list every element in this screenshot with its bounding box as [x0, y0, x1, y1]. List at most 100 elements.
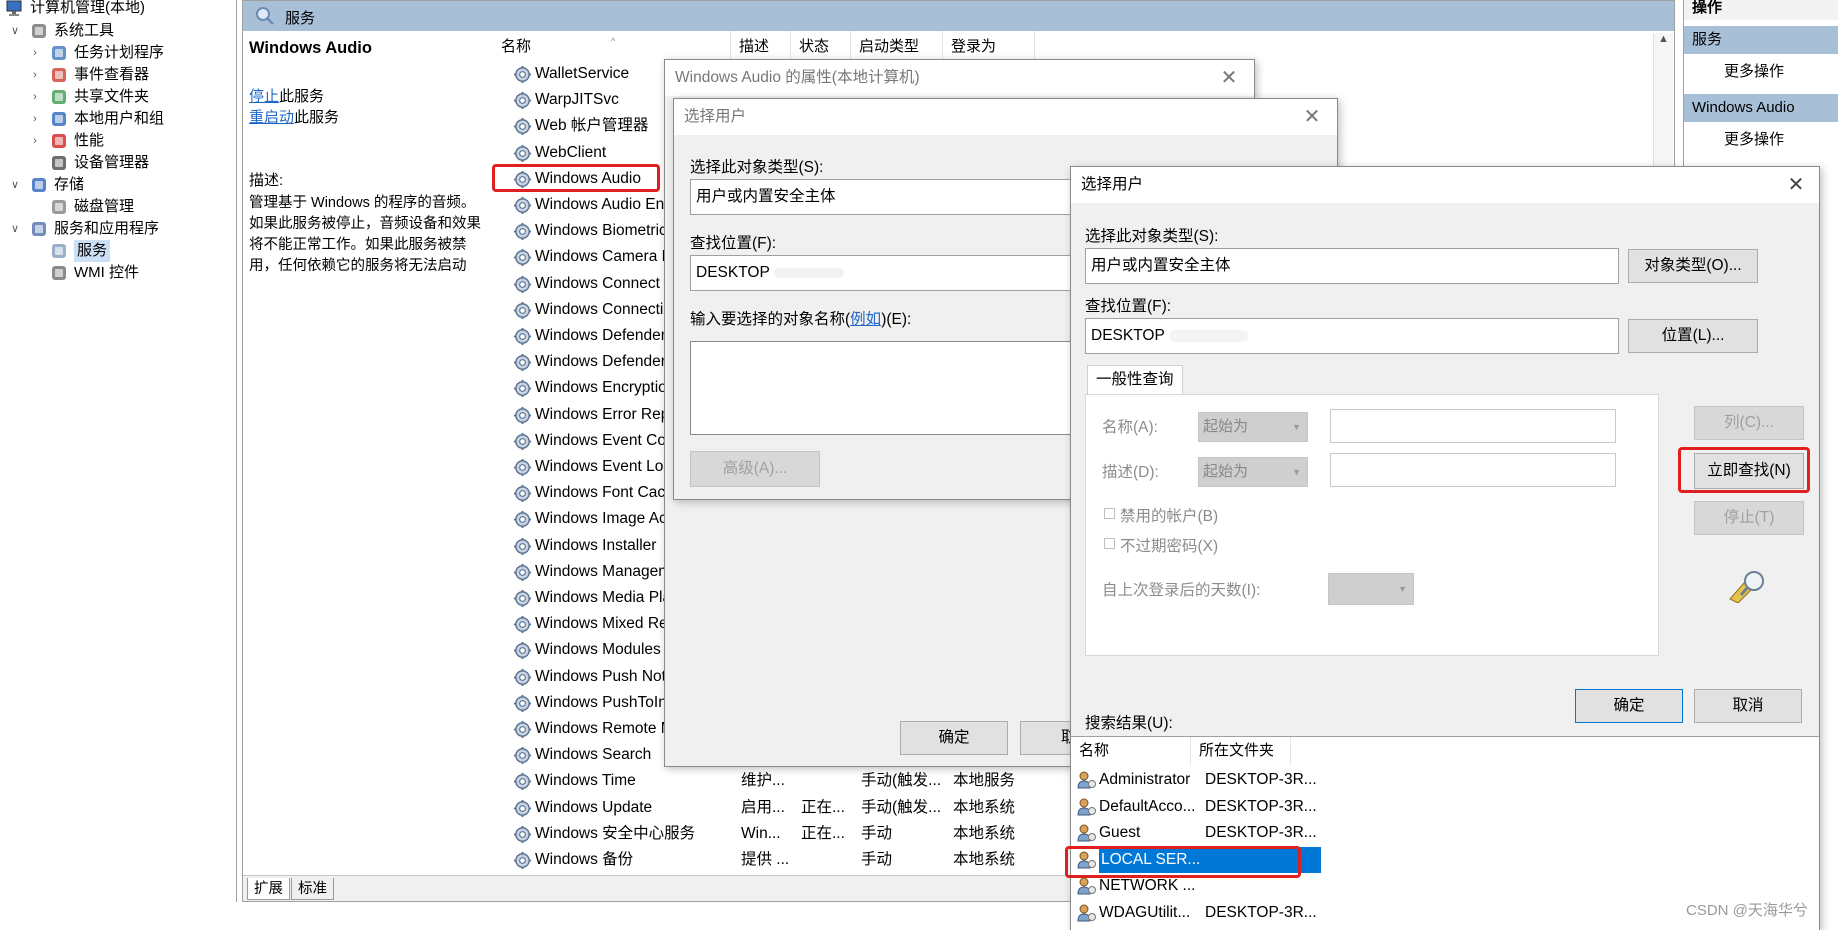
service-name: Windows Event Log — [535, 458, 672, 475]
description-line: 用，任何依赖它的服务将无法启动 — [249, 258, 467, 274]
service-gear-icon — [513, 799, 532, 818]
service-status: 正在... — [801, 824, 845, 842]
selected-service-title: Windows Audio — [249, 39, 372, 57]
actions-header: 操作 — [1684, 0, 1838, 20]
name-input[interactable] — [1330, 409, 1616, 443]
search-flashlight-icon — [1726, 569, 1770, 603]
service-gear-icon — [513, 772, 532, 791]
service-row[interactable]: Windows Time 维护... 手动(触发... 本地服务 — [513, 768, 1073, 794]
actions-section-windows-audio[interactable]: Windows Audio — [1684, 94, 1838, 122]
name-operator-select[interactable]: 起始为 ▼ — [1198, 412, 1308, 442]
advanced-button[interactable]: 高级(A)... — [690, 451, 820, 487]
service-name: WalletService — [535, 65, 630, 82]
close-icon[interactable]: ✕ — [1295, 99, 1329, 135]
tree-item-label: 性能 — [74, 132, 105, 149]
columns-button[interactable]: 列(C)... — [1694, 406, 1804, 440]
stop-service-link[interactable]: 停止 — [249, 88, 279, 105]
tab-general-query[interactable]: 一般性查询 — [1087, 365, 1183, 395]
select-user-title: 选择用户 — [1071, 167, 1819, 203]
chevron-down-icon[interactable]: ∨ — [8, 218, 22, 240]
service-gear-icon — [513, 327, 532, 346]
service-status: 正在... — [801, 798, 845, 816]
service-name: WarpJITSvc — [535, 91, 619, 109]
result-name: Guest — [1099, 824, 1141, 841]
service-name: Windows Update — [535, 798, 653, 816]
chevron-right-icon[interactable]: › — [28, 130, 42, 152]
service-name: Windows Biometric — [535, 222, 667, 240]
properties-dialog-title: Windows Audio 的属性(本地计算机) — [665, 60, 1254, 96]
tree-item-label: 存储 — [54, 176, 85, 193]
service-startup: 手动(触发... — [861, 772, 942, 790]
more-actions-services[interactable]: 更多操作 — [1724, 60, 1784, 81]
service-name: Windows Error Rep — [535, 405, 670, 423]
object-types-button[interactable]: 对象类型(O)... — [1628, 249, 1758, 283]
days-since-logon-select[interactable]: ▼ — [1328, 573, 1414, 605]
computer-management-icon — [6, 0, 24, 17]
more-actions-windows-audio[interactable]: 更多操作 — [1724, 128, 1784, 149]
search-result-row[interactable]: WDAGUtilit... DESKTOP-3R... — [1071, 900, 1711, 926]
service-startup: 手动 — [861, 824, 893, 842]
chevron-down-icon[interactable]: ∨ — [8, 174, 22, 196]
service-row[interactable]: Windows Update 启用... 正在... 手动(触发... 本地系统 — [513, 795, 1073, 821]
service-name: Windows 安全中心服务 — [535, 824, 696, 842]
highlight-find-now — [1678, 447, 1810, 493]
tree-item-label: 共享文件夹 — [74, 88, 150, 105]
restart-service-link[interactable]: 重启动 — [249, 109, 294, 126]
description-label: 描述(D): — [1102, 464, 1159, 481]
disabled-accounts-checkbox[interactable] — [1104, 508, 1115, 519]
object-type-field: 用户或内置安全主体 — [1085, 248, 1619, 284]
tab-standard[interactable]: 标准 — [291, 878, 334, 900]
chevron-right-icon[interactable]: › — [28, 86, 42, 108]
description-input[interactable] — [1330, 453, 1616, 487]
results-column-name[interactable]: 名称 — [1071, 737, 1191, 765]
tree-item-label: 磁盘管理 — [74, 198, 135, 215]
chevron-right-icon[interactable]: › — [28, 108, 42, 130]
service-gear-icon — [513, 301, 532, 320]
service-desc: 启用... — [741, 798, 785, 816]
description-label: 描述: — [249, 172, 284, 189]
service-row[interactable]: Windows 安全中心服务 Win... 正在... 手动 本地系统 — [513, 821, 1073, 847]
close-icon[interactable]: ✕ — [1212, 60, 1246, 96]
service-gear-icon — [513, 668, 532, 687]
examples-link[interactable]: 例如 — [850, 311, 881, 328]
search-result-row[interactable]: Administrator DESKTOP-3R... — [1071, 767, 1711, 793]
select-user-dialog: 选择用户 ✕ 选择此对象类型(S): 用户或内置安全主体 对象类型(O)... … — [1065, 166, 1820, 930]
service-logon: 本地系统 — [953, 851, 1016, 868]
restart-service-line: 重启动此服务 — [249, 106, 339, 127]
service-name: Windows Remote M — [535, 720, 674, 737]
service-gear-icon — [513, 563, 532, 582]
ok-button[interactable]: 确定 — [1575, 689, 1683, 723]
restart-service-suffix: 此服务 — [294, 109, 340, 126]
description-operator-select[interactable]: 起始为 ▼ — [1198, 457, 1308, 487]
service-gear-icon — [513, 144, 532, 163]
properties-ok-button[interactable]: 确定 — [900, 721, 1008, 755]
tab-extended[interactable]: 扩展 — [247, 878, 290, 900]
search-result-row[interactable]: Guest DESKTOP-3R... — [1071, 820, 1711, 846]
description-line: 如果此服务被停止，音频设备和效果 — [249, 216, 481, 232]
service-name: Windows Event Col — [535, 431, 670, 449]
service-gear-icon — [513, 510, 532, 529]
description-line: 将不能正常工作。如果此服务被禁 — [249, 237, 467, 253]
service-name: Windows Defender — [535, 353, 666, 371]
chevron-right-icon[interactable]: › — [28, 42, 42, 64]
disk-management-icon — [50, 198, 68, 216]
actions-section-services[interactable]: 服务 — [1684, 26, 1838, 54]
chevron-right-icon[interactable]: › — [28, 64, 42, 86]
service-row[interactable]: Windows 备份 提供 ... 手动 本地系统 — [513, 847, 1073, 873]
search-result-row[interactable]: DefaultAcco... DESKTOP-3R... — [1071, 794, 1711, 820]
user-icon — [1077, 877, 1097, 895]
service-name: Windows Installer — [535, 536, 657, 554]
service-desc: Win... — [741, 824, 781, 842]
chevron-down-icon[interactable]: ∨ — [8, 20, 22, 42]
storage-icon — [30, 176, 48, 194]
services-apps-icon — [30, 220, 48, 238]
stop-button[interactable]: 停止(T) — [1694, 501, 1804, 535]
device-manager-icon — [50, 154, 68, 172]
cancel-button[interactable]: 取消 — [1694, 689, 1802, 723]
results-column-folder[interactable]: 所在文件夹 — [1191, 737, 1291, 765]
locations-button[interactable]: 位置(L)... — [1628, 319, 1758, 353]
service-gear-icon — [513, 589, 532, 608]
tree-item-label: 设备管理器 — [74, 154, 150, 171]
close-icon[interactable]: ✕ — [1779, 167, 1813, 203]
non-expiring-checkbox[interactable] — [1104, 538, 1115, 549]
